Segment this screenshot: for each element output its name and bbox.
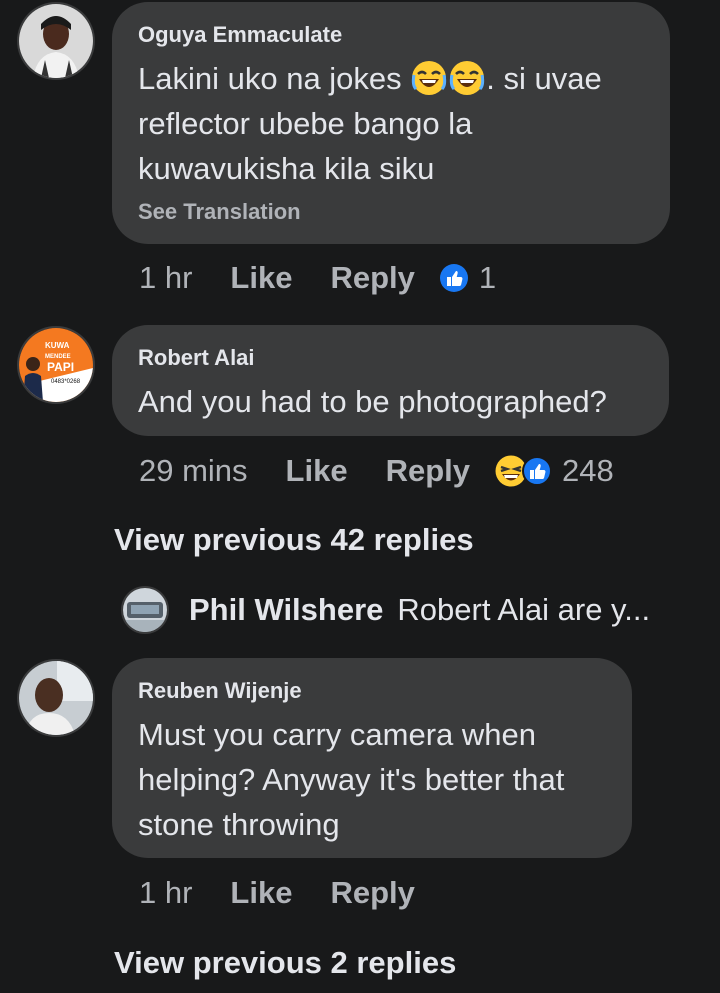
avatar	[121, 586, 169, 634]
avatar-text: KUWA	[45, 341, 70, 350]
comment-bubble: Robert Alai And you had to be photograph…	[112, 325, 669, 436]
avatar-text: PAPI	[47, 360, 74, 374]
reply-preview[interactable]: Phil Wilshere Robert Alai are y...	[121, 586, 650, 634]
comment-text-line: helping? Anyway it's better that	[138, 762, 565, 797]
reply-button[interactable]: Reply	[330, 875, 414, 911]
comment-actions: 1 hr Like Reply	[139, 873, 415, 913]
like-icon	[522, 456, 552, 486]
comment-author[interactable]: Reuben Wijenje	[138, 678, 604, 704]
reaction-summary[interactable]: Reply 1	[330, 260, 496, 296]
like-button[interactable]: Like	[286, 453, 348, 489]
like-button[interactable]: Like	[230, 875, 292, 911]
avatar-text: 0483*0268	[51, 379, 81, 385]
avatar[interactable]	[17, 659, 95, 737]
view-previous-replies-link[interactable]: View previous 2 replies	[114, 945, 456, 981]
comment-text-part: . si uvae	[486, 61, 602, 96]
reaction-count: 1	[478, 260, 497, 295]
view-previous-replies-link[interactable]: View previous 42 replies	[114, 522, 474, 558]
comment-time: 29 mins	[139, 453, 248, 488]
reply-author: Phil Wilshere	[189, 592, 384, 627]
comment-bubble: Reuben Wijenje Must you carry camera whe…	[112, 658, 632, 858]
like-button[interactable]: Like	[230, 260, 292, 296]
comment-author[interactable]: Oguya Emmaculate	[138, 22, 642, 48]
reply-button[interactable]: Reply	[386, 453, 470, 489]
comment-time: 1 hr	[139, 875, 193, 910]
comment-text-line: Must you carry camera when	[138, 717, 536, 752]
like-icon	[439, 264, 468, 292]
comment-text-line: kuwavukisha kila siku	[138, 151, 435, 186]
comment-text: Must you carry camera when helping? Anyw…	[138, 712, 604, 847]
comment-bubble: Oguya Emmaculate Lakini uko na jokes . s…	[112, 2, 670, 244]
laugh-emoji-icon	[410, 59, 448, 97]
comment-text: And you had to be photographed?	[138, 384, 607, 419]
reply-text: Robert Alai are y...	[397, 592, 651, 627]
reaction-count: 248	[562, 453, 614, 488]
comment-actions: 29 mins Like Reply 248	[139, 451, 614, 491]
comment-time: 1 hr	[139, 260, 193, 295]
laugh-emoji-icon	[448, 59, 486, 97]
comment-text: Lakini uko na jokes . si uvae reflector …	[138, 56, 642, 191]
comment-author[interactable]: Robert Alai	[138, 345, 641, 371]
avatar[interactable]	[17, 2, 95, 80]
comment-text-part: Lakini uko na jokes	[138, 61, 411, 96]
see-translation-link[interactable]: See Translation	[138, 199, 642, 225]
comment-text-line: reflector ubebe bango la	[138, 106, 473, 141]
avatar[interactable]: KUWA MENDEE PAPI 0483*0268	[17, 326, 95, 404]
reply-button[interactable]: Reply	[330, 260, 414, 296]
comment-text-line: stone throwing	[138, 807, 340, 842]
reaction-summary[interactable]: Reply 248	[386, 453, 614, 489]
comment-actions: 1 hr Like Reply 1	[139, 258, 496, 298]
